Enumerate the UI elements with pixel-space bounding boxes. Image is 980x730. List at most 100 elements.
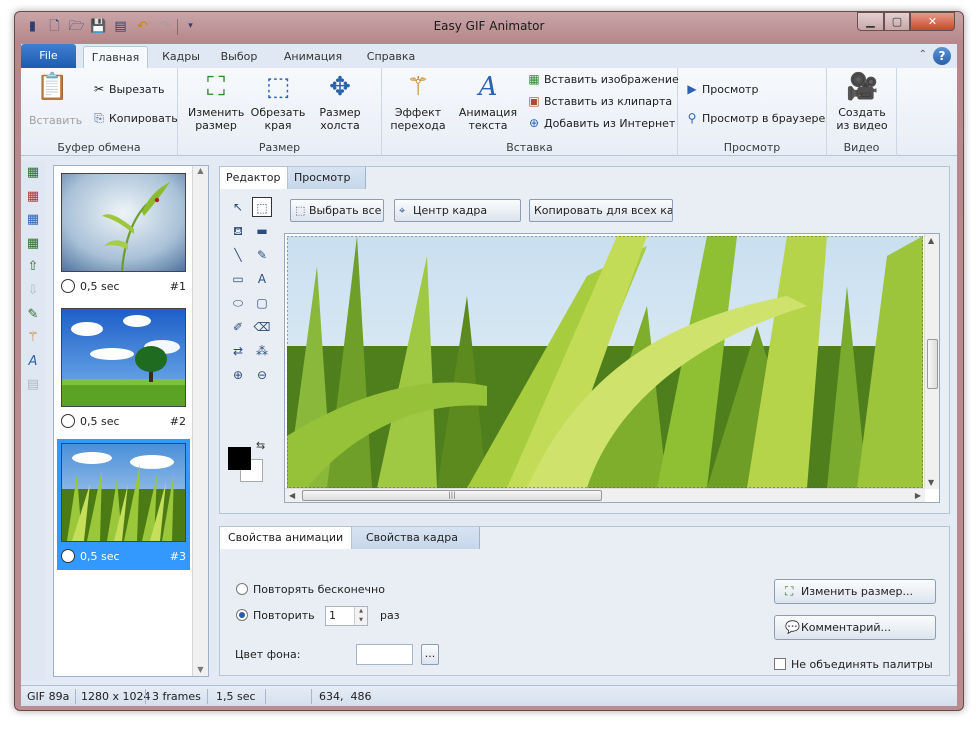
preview-browser-button[interactable]: ⚲ Просмотр в браузере	[684, 111, 826, 125]
video-camera-icon: 🎥	[846, 72, 879, 102]
replace-color-icon[interactable]: ⇄	[228, 341, 248, 361]
canvas-horizontal-scrollbar[interactable]: ◀ ||| ▶	[285, 488, 925, 502]
swap-colors-icon[interactable]: ⇆	[256, 439, 265, 452]
properties-icon[interactable]: ▤	[23, 375, 43, 395]
spin-arrows-icon[interactable]: ▲ ▼	[354, 607, 367, 625]
frame-thumbnail	[61, 443, 186, 542]
times-label: раз	[380, 609, 400, 622]
pointer-icon[interactable]: ↖	[228, 197, 248, 217]
copy-all-frames-button[interactable]: Копировать для всех кадров	[529, 199, 673, 222]
tab-home[interactable]: Главная	[83, 46, 148, 68]
copy-button[interactable]: ⎘ Копировать	[91, 111, 178, 126]
rounded-rect-icon[interactable]: ▢	[252, 293, 272, 313]
preview-button[interactable]: ▶ Просмотр	[684, 82, 758, 96]
status-bar: GIF 89a 1280 x 1024 3 frames 1,5 sec 634…	[21, 685, 957, 706]
tab-help[interactable]: Справка	[361, 46, 421, 68]
crop-button[interactable]: ⬚ Обрезать края	[250, 71, 306, 132]
tab-editor[interactable]: Редактор	[220, 167, 288, 189]
move-down-icon[interactable]: ⇩	[23, 281, 43, 301]
radio-dot-selected	[236, 609, 248, 621]
tab-select[interactable]: Выбор	[214, 46, 264, 68]
duplicate-frame-icon[interactable]: ▦	[23, 210, 43, 230]
spray-icon[interactable]: ⁂	[252, 341, 272, 361]
copy-icon: ⎘	[94, 111, 104, 125]
scroll-up-arrow-icon[interactable]: ▲	[928, 236, 934, 245]
scroll-left-arrow-icon[interactable]: ◀	[289, 491, 295, 500]
gradient-icon[interactable]: ▬	[252, 221, 272, 241]
insert-image-button[interactable]: ▦ Вставить изображение	[526, 72, 678, 86]
status-separator	[145, 689, 146, 704]
status-duration: 1,5 sec	[216, 690, 256, 703]
tab-frame-properties[interactable]: Свойства кадра	[352, 527, 480, 549]
comment-button[interactable]: 💬Комментарий...	[774, 615, 936, 640]
select-all-button[interactable]: ⬚ Выбрать все	[290, 199, 384, 222]
scroll-down-arrow-icon[interactable]: ▼	[193, 665, 208, 674]
insert-frame-icon[interactable]: ▦	[23, 234, 43, 254]
magnifier-icon: ⚲	[687, 111, 697, 125]
resize-button[interactable]: ⛶ Изменить размер	[188, 71, 244, 132]
eyedropper-icon[interactable]: ✐	[228, 317, 248, 337]
clipart-icon: ▣	[528, 94, 540, 108]
frame-duration: 0,5 sec	[80, 415, 120, 428]
image-canvas[interactable]: ▲ ▼ ◀ ||| ▶	[284, 233, 940, 503]
repeat-forever-radio[interactable]: Повторять бесконечно	[236, 583, 385, 596]
bg-color-field[interactable]	[356, 644, 413, 665]
transition-effect-button[interactable]: ⚚ Эффект перехода	[390, 71, 446, 132]
tab-frames[interactable]: Кадры	[156, 46, 206, 68]
create-from-video-button[interactable]: 🎥 Создать из видео	[833, 71, 891, 132]
frame-list-scrollbar[interactable]: ▲ ▼	[192, 166, 208, 676]
scroll-down-arrow-icon[interactable]: ▼	[928, 478, 934, 487]
frame-item-selected[interactable]: 0,5 sec #3	[57, 439, 190, 570]
add-frame-icon[interactable]: ▦	[23, 163, 43, 183]
frame-number: #3	[169, 550, 186, 563]
status-frames: 3 frames	[152, 690, 201, 703]
edit-frame-icon[interactable]: ✎	[23, 305, 43, 325]
insert-clipart-button[interactable]: ▣ Вставить из клипарта	[526, 94, 672, 108]
text-animation-button[interactable]: A Анимация текста	[456, 71, 520, 132]
horizontal-scroll-thumb[interactable]: |||	[302, 490, 602, 501]
collapse-ribbon-icon[interactable]: ⌃	[919, 49, 927, 60]
canvas-vertical-scrollbar[interactable]: ▲ ▼	[924, 234, 939, 489]
fill-bucket-icon[interactable]: ⛾	[228, 221, 248, 241]
minimize-button[interactable]: ▁	[857, 12, 884, 31]
close-button[interactable]: ✕	[910, 12, 955, 31]
eraser-icon[interactable]: ⌫	[252, 317, 272, 337]
line-icon[interactable]: ╲	[228, 245, 248, 265]
no-merge-palettes-checkbox[interactable]: Не объединять палитры	[774, 658, 933, 671]
effect-wand-icon[interactable]: ⚚	[23, 328, 43, 348]
canvas-size-button[interactable]: ✥ Размер холста	[312, 71, 368, 132]
text-effect-icon[interactable]: A	[23, 352, 43, 372]
tab-animation-properties[interactable]: Свойства анимации	[220, 527, 352, 549]
frame-item[interactable]: 0,5 sec #2	[57, 304, 190, 435]
cut-button[interactable]: ✂ Вырезать	[91, 82, 165, 96]
scroll-up-arrow-icon[interactable]: ▲	[193, 166, 208, 175]
select-rect-icon[interactable]: ⬚	[252, 197, 272, 217]
ribbon-tab-row: File Главная Кадры Выбор Анимация Справк…	[21, 44, 957, 68]
add-internet-button[interactable]: ⊕ Добавить из Интернет	[526, 116, 675, 130]
repeat-count-input[interactable]: 1 ▲ ▼	[325, 606, 368, 626]
move-up-icon[interactable]: ⇧	[23, 257, 43, 277]
resize-dialog-button[interactable]: ⛶ Изменить размер...	[774, 579, 936, 604]
frame-duration: 0,5 sec	[80, 280, 120, 293]
foreground-color-swatch[interactable]	[228, 447, 251, 470]
file-tab[interactable]: File	[21, 44, 76, 68]
zoom-in-icon[interactable]: ⊕	[228, 365, 248, 385]
zoom-out-icon[interactable]: ⊖	[252, 365, 272, 385]
tab-preview[interactable]: Просмотр	[288, 167, 366, 189]
rectangle-icon[interactable]: ▭	[228, 269, 248, 289]
brush-icon[interactable]: ✎	[252, 245, 272, 265]
help-icon[interactable]: ?	[933, 47, 951, 65]
frame-item[interactable]: 0,5 sec #1	[57, 169, 190, 300]
maximize-button[interactable]: ▢	[884, 12, 910, 31]
tab-animation[interactable]: Анимация	[277, 46, 349, 68]
scroll-right-arrow-icon[interactable]: ▶	[915, 491, 921, 500]
vertical-scroll-thumb[interactable]	[927, 339, 938, 389]
delete-frame-icon[interactable]: ▦	[23, 187, 43, 207]
repeat-n-radio[interactable]: Повторить	[236, 609, 315, 622]
center-frame-button[interactable]: ⌖ Центр кадра	[394, 199, 521, 222]
paste-button[interactable]: 📋 Вставить	[29, 71, 82, 127]
text-tool-icon[interactable]: A	[252, 269, 272, 289]
ellipse-icon[interactable]: ⬭	[228, 293, 248, 313]
clock-icon	[61, 549, 75, 563]
bg-color-picker-button[interactable]: ...	[421, 644, 439, 665]
